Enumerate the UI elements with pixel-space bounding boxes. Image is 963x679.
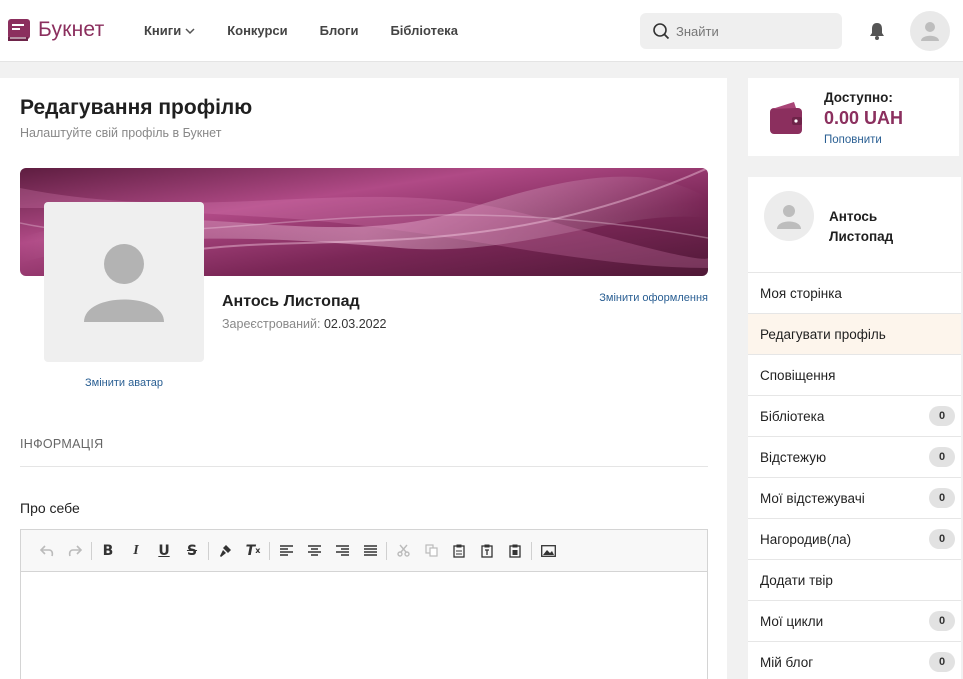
cut-icon[interactable] <box>389 539 417 563</box>
sidebar-user-name: Антось Листопад <box>829 209 894 244</box>
sidebar-item-label: Редагувати профіль <box>760 326 886 342</box>
paste-text-icon[interactable] <box>473 539 501 563</box>
search-input[interactable] <box>676 23 826 39</box>
sidebar-user[interactable]: Антось Листопад <box>748 177 961 273</box>
change-avatar-link[interactable]: Змінити аватар <box>44 377 204 389</box>
sidebar-item-label: Бібліотека <box>760 408 825 424</box>
sidebar-item-edit-profile[interactable]: Редагувати профіль <box>748 314 961 355</box>
sidebar-item-label: Мої цикли <box>760 613 824 629</box>
wallet-icon <box>770 102 802 134</box>
profile-user-name: Антось Листопад <box>222 293 360 310</box>
nav-library-label: Бібліотека <box>390 23 458 38</box>
clear-format-icon[interactable]: Tx <box>239 539 267 563</box>
nav-blogs[interactable]: Блоги <box>320 23 359 38</box>
align-center-icon[interactable] <box>300 539 328 563</box>
user-avatar-menu[interactable] <box>910 11 950 51</box>
profile-edit-card: Редагування профілю Налаштуйте свій проф… <box>0 78 727 679</box>
paste-icon[interactable] <box>445 539 473 563</box>
sidebar-item-label: Мій блог <box>760 654 814 670</box>
justify-icon[interactable] <box>356 539 384 563</box>
nav-library[interactable]: Бібліотека <box>390 23 457 38</box>
site-logo[interactable]: Букнет <box>6 17 104 43</box>
align-left-icon[interactable] <box>272 539 300 563</box>
italic-icon[interactable]: I <box>122 539 150 563</box>
registered-date: 02.03.2022 <box>323 317 387 331</box>
sidebar-avatar <box>764 191 814 241</box>
image-icon[interactable] <box>534 539 562 563</box>
toolbar-separator <box>531 541 532 560</box>
sidebar-item-add-work[interactable]: Додати твір <box>748 560 961 601</box>
logo-text: Букнет <box>38 18 105 41</box>
sidebar-item-followers[interactable]: Мої відстежувачі 0 <box>748 478 961 519</box>
toolbar-separator <box>386 541 387 560</box>
count-badge: 0 <box>929 488 955 508</box>
wallet-amount: 0.00 UAH <box>824 108 904 128</box>
page-title: Редагування профілю <box>20 96 253 119</box>
search-box[interactable] <box>640 13 842 49</box>
toolbar-separator <box>91 541 92 560</box>
count-badge: 0 <box>929 611 955 631</box>
sidebar-item-library[interactable]: Бібліотека 0 <box>748 396 961 437</box>
sidebar-item-notifications[interactable]: Сповіщення <box>748 355 961 396</box>
strikethrough-icon[interactable]: S <box>178 539 206 563</box>
sidebar-item-my-page[interactable]: Моя сторінка <box>748 273 961 314</box>
change-design-link[interactable]: Змінити оформлення <box>599 292 708 304</box>
user-silhouette-icon <box>777 205 801 229</box>
count-badge: 0 <box>929 406 955 426</box>
nav-books-label: Книги <box>144 23 182 38</box>
bell-icon[interactable] <box>868 21 886 41</box>
profile-avatar[interactable] <box>44 202 204 362</box>
count-badge: 0 <box>929 529 955 549</box>
user-silhouette-icon <box>84 244 164 322</box>
section-divider <box>20 466 708 467</box>
sidebar-item-label: Моя сторінка <box>760 285 842 301</box>
toolbar-separator <box>208 541 209 560</box>
book-logo-icon <box>8 19 30 41</box>
wallet-topup-link[interactable]: Поповнити <box>824 134 882 146</box>
wallet-card: Доступно: 0.00 UAH Поповнити <box>748 78 959 156</box>
nav-books[interactable]: Книги <box>144 23 195 38</box>
sidebar-item-label: Нагородив(ла) <box>760 531 852 547</box>
sidebar-item-my-series[interactable]: Мої цикли 0 <box>748 601 961 642</box>
nav-blogs-label: Блоги <box>319 23 359 38</box>
profile-sidebar: Антось Листопад Моя сторінка Редагувати … <box>748 177 961 679</box>
editor-toolbar: B I U S Tx <box>21 530 707 572</box>
redo-icon[interactable] <box>61 539 89 563</box>
sidebar-item-label: Мої відстежувачі <box>760 490 865 506</box>
about-label: Про себе <box>20 500 80 516</box>
sidebar-item-my-blog[interactable]: Мій блог 0 <box>748 642 961 679</box>
sidebar-item-label: Відстежую <box>760 449 827 465</box>
underline-icon[interactable]: U <box>150 539 178 563</box>
sidebar-item-awarded[interactable]: Нагородив(ла) 0 <box>748 519 961 560</box>
align-right-icon[interactable] <box>328 539 356 563</box>
toolbar-separator <box>269 541 270 560</box>
nav-contests[interactable]: Конкурси <box>227 23 287 38</box>
count-badge: 0 <box>929 447 955 467</box>
about-editor: B I U S Tx <box>20 529 708 679</box>
chevron-down-icon <box>185 27 195 34</box>
editor-text-area[interactable] <box>21 572 707 679</box>
registered-label: Зареєстрований: <box>222 317 321 331</box>
user-silhouette-icon <box>921 22 939 41</box>
search-icon <box>653 23 670 40</box>
sidebar-item-following[interactable]: Відстежую 0 <box>748 437 961 478</box>
registration-info: Зареєстрований: 02.03.2022 <box>222 317 387 331</box>
sidebar-item-label: Сповіщення <box>760 367 836 383</box>
bold-icon[interactable]: B <box>94 539 122 563</box>
nav-contests-label: Конкурси <box>227 23 288 38</box>
undo-icon[interactable] <box>33 539 61 563</box>
paste-word-icon[interactable] <box>501 539 529 563</box>
main-nav: Книги Конкурси Блоги Бібліотека <box>144 23 490 38</box>
wallet-label: Доступно: <box>824 90 893 105</box>
sidebar-item-label: Додати твір <box>760 572 833 588</box>
count-badge: 0 <box>929 652 955 672</box>
format-paint-icon[interactable] <box>211 539 239 563</box>
page-subtitle: Налаштуйте свій профіль в Букнет <box>20 126 222 140</box>
top-navigation-bar: Букнет Книги Конкурси Блоги Бібліотека <box>0 0 963 62</box>
copy-icon[interactable] <box>417 539 445 563</box>
section-heading-info: ІНФОРМАЦІЯ <box>20 437 104 451</box>
